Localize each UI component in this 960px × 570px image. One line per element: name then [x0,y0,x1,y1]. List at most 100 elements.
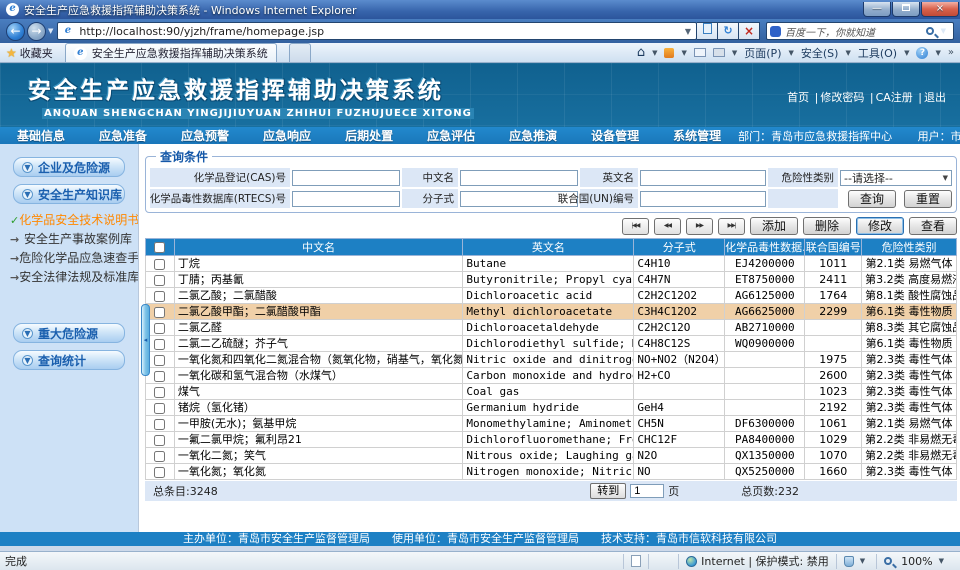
table-row[interactable]: 一氧化碳和氢气混合物（水煤气） Carbon monoxide and hydr… [146,368,957,384]
table-row[interactable]: 一氧化二氮；笑气 Nitrous oxide; Laughing gas N2O… [146,448,957,464]
forward-button[interactable]: → [27,22,46,41]
search-button[interactable]: 查询 [848,190,896,208]
table-row[interactable]: 一氟二氯甲烷；氟利昂21 Dichlorofluoromethane; Freo… [146,432,957,448]
top-link[interactable]: 退出 [913,91,946,104]
row-checkbox[interactable] [154,451,165,462]
address-input[interactable]: e http://localhost:90/yjzh/frame/homepag… [57,22,697,40]
compatibility-view-button[interactable] [697,22,718,40]
table-row[interactable]: 二氯乙醛 Dichloroacetaldehyde C2H2C12O AB271… [146,320,957,336]
nav-item[interactable]: 系统管理 [656,127,738,144]
goto-page-button[interactable]: 转到 [590,483,626,499]
chinese-name-input[interactable] [460,170,578,186]
sidebar-group-enterprise[interactable]: ▼ 企业及危险源 [13,157,125,177]
rtecs-input[interactable] [292,191,400,207]
table-row[interactable]: 一氧化氮和四氧化二氮混合物（氮氧化物，硝基气，氧化氮气体） Nitric oxi… [146,352,957,368]
hazard-class-select[interactable]: --请选择-- ▼ [840,170,952,186]
status-dropdown-icon[interactable]: ▼ [860,557,865,565]
favorites-star-icon[interactable]: ★ [6,46,17,60]
goto-page-input[interactable] [630,484,664,498]
minimize-button[interactable]: — [863,2,891,17]
delete-button[interactable]: 删除 [803,217,851,235]
help-icon[interactable]: ? [916,47,928,59]
table-row[interactable]: 二氯乙酸甲酯；二氯醋酸甲酯 Methyl dichloroacetate C3H… [146,304,957,320]
sidebar-item[interactable]: → 安全法律法规及标准库 [10,268,138,287]
stop-button[interactable]: × [739,22,760,40]
nav-item[interactable]: 应急推演 [492,127,574,144]
modify-button[interactable]: 修改 [856,217,904,235]
table-row[interactable]: 一甲胺(无水)；氨基甲烷 Monomethylamine; Aminometha… [146,416,957,432]
reset-button[interactable]: 重置 [904,190,952,208]
zoom-control[interactable]: 100% ▼ [876,554,955,569]
history-dropdown-icon[interactable]: ▼ [48,27,53,35]
row-checkbox[interactable] [154,371,165,382]
table-row[interactable]: 一氧化氮；氧化氮 Nitrogen monoxide; Nitric oxide… [146,464,957,480]
table-row[interactable]: 丁烷 Butane C4H10 EJ4200000 1011 第2.1类 易燃气… [146,256,957,272]
rss-icon[interactable] [664,48,674,58]
row-checkbox[interactable] [154,291,165,302]
back-button[interactable]: ← [6,22,25,41]
nav-item[interactable]: 后期处置 [328,127,410,144]
zoom-dropdown-icon[interactable]: ▼ [939,557,944,565]
table-row[interactable]: 二氯二乙硫醚；芥子气 Dichlorodiethyl sulfide; Must… [146,336,957,352]
last-page-button[interactable]: ▶▶| [718,218,745,235]
print-dropdown-icon[interactable]: ▼ [732,49,737,57]
home-icon[interactable]: ⌂ [637,45,645,60]
row-checkbox[interactable] [154,323,165,334]
row-checkbox[interactable] [154,435,165,446]
compatibility-status-icon[interactable] [844,556,854,567]
table-row[interactable]: 丁腈；丙基氰 Butyronitrile; Propyl cyanide C4H… [146,272,957,288]
search-box[interactable]: 百度一下，你就知道 ▼ [766,22,954,40]
favorites-label[interactable]: 收藏夹 [20,45,53,61]
first-page-button[interactable]: |◀◀ [622,218,649,235]
row-checkbox[interactable] [154,355,165,366]
active-tab[interactable]: e 安全生产应急救援指挥辅助决策系统 [65,43,277,62]
print-icon[interactable] [713,48,725,57]
row-checkbox[interactable] [154,403,165,414]
sidebar-item[interactable]: ✓ 化学品安全技术说明书 [10,211,138,230]
english-name-input[interactable] [640,170,766,186]
select-all-checkbox[interactable] [154,242,165,253]
next-page-button[interactable]: ▶▶ [686,218,713,235]
nav-item[interactable]: 应急响应 [246,127,328,144]
sidebar-group-major-hazard[interactable]: ▼ 重大危险源 [13,323,125,343]
nav-item[interactable]: 应急预警 [164,127,246,144]
row-checkbox[interactable] [154,419,165,430]
row-checkbox[interactable] [154,275,165,286]
nav-item[interactable]: 应急评估 [410,127,492,144]
close-button[interactable]: × [921,2,959,17]
table-row[interactable]: 二氯乙酸；二氯醋酸 Dichloroacetic acid C2H2C12O2 … [146,288,957,304]
page-menu[interactable]: 页面(P) [744,45,781,61]
row-checkbox[interactable] [154,307,165,318]
sidebar-group-query-stats[interactable]: ▼ 查询统计 [13,350,125,370]
home-dropdown-icon[interactable]: ▼ [652,49,657,57]
table-row[interactable]: 煤气 Coal gas 1023 第2.3类 毒性气体 [146,384,957,400]
view-button[interactable]: 查看 [909,217,957,235]
safety-menu[interactable]: 安全(S) [801,45,839,61]
top-link[interactable]: CA注册 [864,91,912,104]
un-number-input[interactable] [640,191,766,207]
mail-icon[interactable] [694,48,706,57]
table-row[interactable]: 锗烷（氢化锗） Germanium hydride GeH4 2192 第2.3… [146,400,957,416]
row-checkbox[interactable] [154,339,165,350]
add-button[interactable]: 添加 [750,217,798,235]
sidebar-item[interactable]: → 危险化学品应急速查手... [10,249,138,268]
top-link[interactable]: 修改密码 [809,91,864,104]
top-link[interactable]: 首页 [787,91,809,104]
panel-splitter[interactable]: ◂ [138,144,139,532]
new-tab-button[interactable] [289,43,311,62]
maximize-button[interactable] [892,2,920,17]
row-checkbox[interactable] [154,467,165,478]
cas-input[interactable] [292,170,400,186]
tools-menu[interactable]: 工具(O) [858,45,897,61]
search-dropdown-icon[interactable]: ▼ [941,27,946,35]
prev-page-button[interactable]: ◀◀ [654,218,681,235]
row-checkbox[interactable] [154,259,165,270]
rss-dropdown-icon[interactable]: ▼ [681,49,686,57]
sidebar-item[interactable]: → 安全生产事故案例库 [10,230,138,249]
more-icon[interactable]: » [948,47,954,58]
sidebar-group-knowledge[interactable]: ▼ 安全生产知识库 [13,184,125,204]
nav-item[interactable]: 基础信息 [0,127,82,144]
nav-item[interactable]: 设备管理 [574,127,656,144]
search-icon[interactable] [926,27,934,35]
nav-item[interactable]: 应急准备 [82,127,164,144]
